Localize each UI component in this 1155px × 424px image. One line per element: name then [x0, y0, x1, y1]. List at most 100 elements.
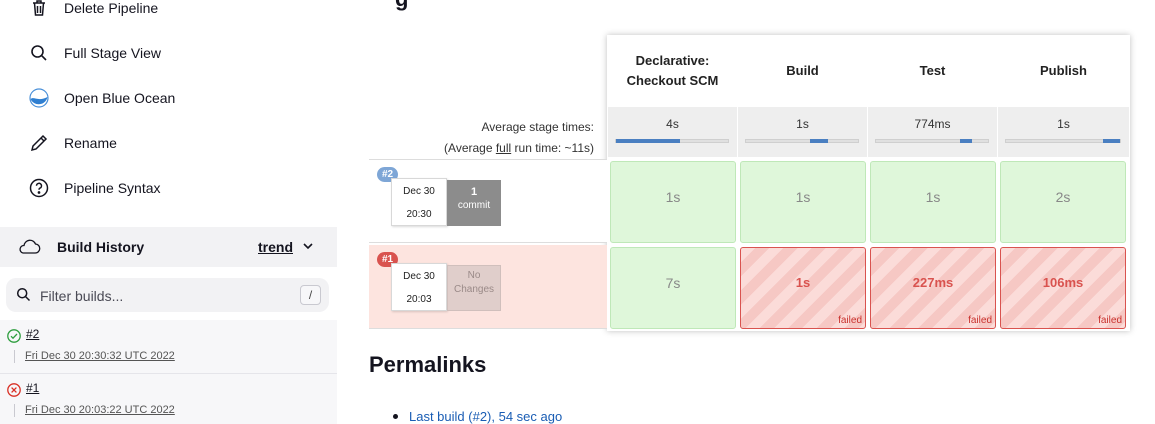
full-run-time-link[interactable]: full: [496, 141, 511, 155]
stage-view: Declarative: Checkout SCM Build Test Pub…: [369, 35, 1130, 331]
filter-builds-input[interactable]: Filter builds... /: [6, 278, 329, 312]
pencil-icon: [28, 132, 50, 154]
stage-cell-failed[interactable]: 106ms failed: [1000, 247, 1126, 329]
stage-header-label: Build: [786, 63, 819, 78]
average-time-cell: 1s: [738, 107, 867, 157]
build-row-divider: [14, 350, 15, 363]
cloud-icon: [17, 237, 41, 260]
failed-label: failed: [968, 315, 992, 326]
average-time: 774ms: [914, 117, 951, 131]
avg-label-line1: Average stage times:: [481, 120, 594, 134]
changes-count: 1: [470, 186, 478, 198]
no-changes-label: No Changes: [447, 265, 501, 311]
build-number-link[interactable]: #2: [26, 327, 39, 341]
sidebar-task-delete-pipeline[interactable]: Delete Pipeline: [28, 0, 158, 20]
trend-link[interactable]: trend: [258, 239, 293, 255]
blue-ocean-icon: [28, 87, 50, 109]
stage-cell-failed[interactable]: 1s failed: [740, 247, 866, 329]
average-time: 1s: [1057, 117, 1070, 131]
stage-cell[interactable]: 1s: [610, 161, 736, 243]
failed-label: failed: [1098, 315, 1122, 326]
avg-label-suffix: run time: ~11s): [511, 141, 594, 155]
average-time-cell: 774ms: [868, 107, 997, 157]
stage-cell[interactable]: 1s: [870, 161, 996, 243]
sidebar-task-full-stage-view[interactable]: Full Stage View: [28, 41, 161, 65]
run-date: Dec 30: [403, 186, 435, 197]
stage-duration: 1s: [795, 189, 811, 205]
average-time-bar-fill: [809, 139, 828, 143]
filter-placeholder: Filter builds...: [40, 288, 124, 304]
changes-commit-button[interactable]: 1 commit: [447, 180, 501, 226]
run-row[interactable]: #1 Dec 30 20:03 No Changes: [369, 245, 607, 329]
stage-cell[interactable]: 2s: [1000, 161, 1126, 243]
stage-duration: 1s: [795, 275, 811, 290]
build-history-header: Build History trend: [0, 227, 337, 267]
stage-duration: 2s: [1055, 189, 1071, 205]
stage-cell-failed[interactable]: 227ms failed: [870, 247, 996, 329]
stage-duration: 106ms: [1042, 275, 1084, 290]
stage-header: Publish: [998, 35, 1129, 107]
build-history-title: Build History: [57, 239, 145, 255]
average-time-bar-fill: [616, 139, 680, 143]
page-title-fragment: g: [395, 0, 408, 12]
stage-duration: 1s: [925, 189, 941, 205]
stage-cell[interactable]: 7s: [610, 247, 736, 329]
keyboard-shortcut-badge: /: [300, 285, 321, 305]
sidebar-task-label: Pipeline Syntax: [64, 180, 161, 196]
stage-duration: 227ms: [912, 275, 954, 290]
sidebar-task-label: Delete Pipeline: [64, 0, 159, 16]
build-timestamp-link[interactable]: Fri Dec 30 20:03:22 UTC 2022: [25, 404, 175, 416]
stage-header-label: Publish: [1040, 63, 1087, 78]
stage-header: Test: [868, 35, 997, 107]
sidebar-task-pipeline-syntax[interactable]: Pipeline Syntax: [28, 176, 161, 200]
build-timestamp-link[interactable]: Fri Dec 30 20:30:32 UTC 2022: [25, 350, 175, 362]
avg-label-line2: (Average full run time: ~11s): [444, 138, 594, 159]
run-date-card: Dec 30 20:03: [391, 263, 447, 311]
build-history-row[interactable]: #1 Fri Dec 30 20:03:22 UTC 2022: [0, 374, 337, 424]
average-time: 4s: [666, 117, 679, 131]
permalink-last-build[interactable]: Last build (#2), 54 sec ago: [409, 409, 562, 424]
average-stage-times-label: Average stage times: (Average full run t…: [444, 117, 594, 159]
average-time: 1s: [796, 117, 809, 131]
stage-duration: 1s: [665, 189, 681, 205]
average-time-bar-fill: [960, 139, 973, 143]
chevron-down-icon[interactable]: [302, 240, 314, 255]
sidebar-task-label: Open Blue Ocean: [64, 90, 176, 106]
stage-header-label: Declarative: Checkout SCM: [626, 53, 719, 88]
stage-cell[interactable]: 1s: [740, 161, 866, 243]
run-date-card: Dec 30 20:30: [391, 178, 447, 226]
run-time: 20:03: [406, 294, 432, 305]
build-number-link[interactable]: #1: [26, 381, 39, 395]
average-time-bar: [875, 139, 989, 143]
divider: [0, 373, 337, 374]
success-check-icon: [7, 329, 21, 343]
stage-header-label: Test: [919, 63, 946, 78]
bullet: [393, 414, 398, 419]
failed-label: failed: [838, 315, 862, 326]
build-row-divider: [14, 404, 15, 417]
build-history-row[interactable]: #2 Fri Dec 30 20:30:32 UTC 2022: [0, 320, 337, 372]
average-time-bar-fill: [1102, 139, 1120, 143]
question-icon: [28, 177, 50, 199]
sidebar: Delete Pipeline Full Stage View Open Blu…: [0, 0, 337, 424]
run-time: 20:30: [406, 209, 432, 220]
permalink-item: Last build (#2), 54 sec ago: [393, 409, 562, 424]
avg-label-prefix: (Average: [444, 141, 496, 155]
average-time-cell: 1s: [998, 107, 1129, 157]
sidebar-task-open-blue-ocean[interactable]: Open Blue Ocean: [28, 86, 175, 110]
trash-icon: [28, 0, 50, 19]
average-time-bar: [615, 139, 729, 143]
run-date: Dec 30: [403, 271, 435, 282]
stage-duration: 7s: [665, 275, 681, 291]
stage-header: Declarative: Checkout SCM: [608, 35, 737, 107]
build-history-list: #2 Fri Dec 30 20:30:32 UTC 2022 #1 Fri D…: [0, 320, 337, 424]
average-time-bar: [1005, 139, 1121, 143]
permalinks-heading: Permalinks: [369, 352, 487, 377]
average-time-cell: 4s: [608, 107, 737, 157]
changes-label: commit: [457, 200, 491, 211]
run-row[interactable]: #2 Dec 30 20:30 1 commit: [369, 159, 607, 243]
sidebar-task-label: Rename: [64, 135, 117, 151]
failure-x-icon: [7, 383, 21, 397]
sidebar-task-rename[interactable]: Rename: [28, 131, 117, 155]
stage-header: Build: [738, 35, 867, 107]
